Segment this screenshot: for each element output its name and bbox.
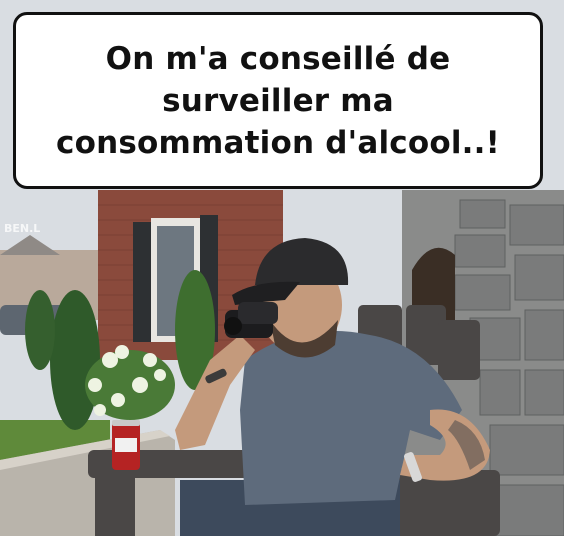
beer-can-icon — [112, 420, 140, 470]
watermark: BEN.L — [4, 222, 41, 235]
window-shutter-left — [133, 222, 151, 342]
caption-line-2: surveiller ma — [162, 82, 394, 119]
shrub — [25, 290, 55, 370]
photo-scene: On m'a conseillé de surveiller ma consom… — [0, 0, 564, 537]
meme-caption-box: On m'a conseillé de surveiller ma consom… — [13, 12, 543, 189]
cedar-tree — [50, 290, 100, 430]
caption-line-3: consommation d'alcool..! — [56, 124, 500, 161]
caption-line-1: On m'a conseillé de — [105, 40, 451, 77]
